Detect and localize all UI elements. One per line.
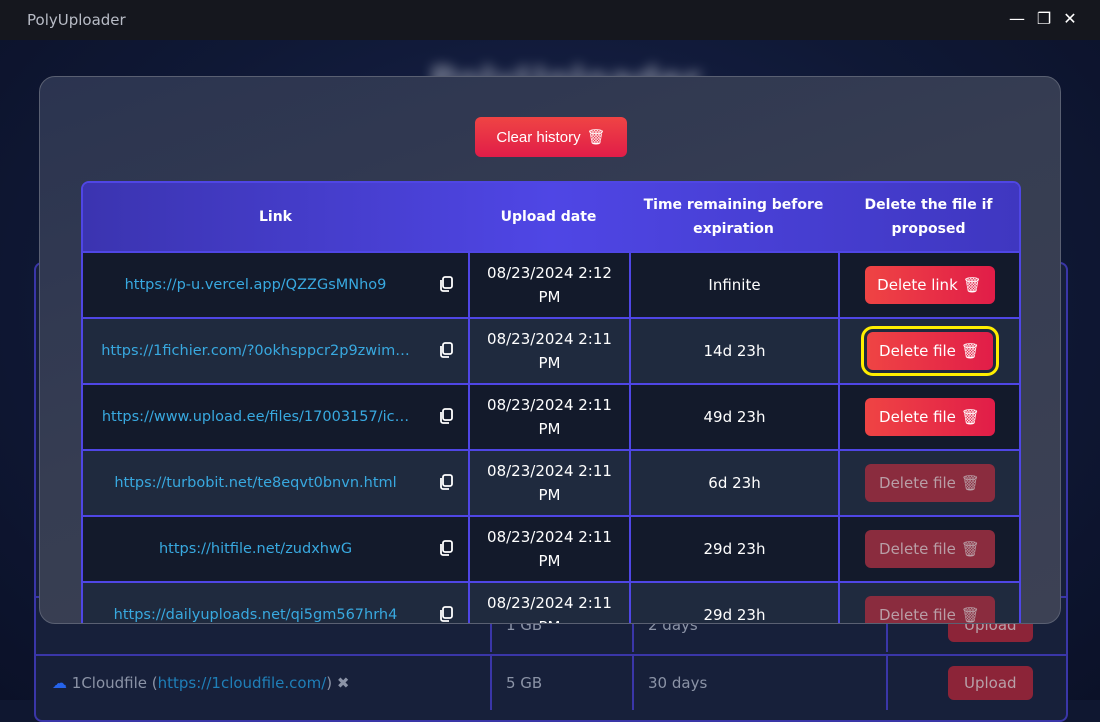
header-delete: Delete the file if proposed — [864, 197, 993, 237]
app-title: PolyUploader — [27, 11, 126, 29]
action-cell: Delete link 🗑 — [838, 253, 1019, 317]
uploaded-link[interactable]: https://1fichier.com/?0okhsppcr2p9zwim… — [101, 339, 410, 363]
action-cell: Delete file 🗑 — [838, 583, 1019, 624]
delete-button[interactable]: Delete file 🗑 — [864, 530, 995, 568]
history-table: Link Upload date Time remaining before e… — [81, 181, 1021, 624]
delete-label: Delete file — [879, 408, 956, 426]
time-remaining: Infinite — [629, 253, 838, 317]
upload-button[interactable]: Upload — [948, 666, 1033, 700]
time-remaining: 29d 23h — [629, 583, 838, 623]
upload-date: 08/23/2024 2:11 PM — [487, 528, 612, 570]
history-modal: Clear history 🗑 Link Upload date Time rem… — [39, 76, 1061, 624]
background-row: ☁ 1Cloudfile (https://1cloudfile.com/) ✖… — [36, 654, 1066, 710]
time-remaining: 29d 23h — [629, 517, 838, 581]
link-cell: https://1fichier.com/?0okhsppcr2p9zwim… — [83, 319, 468, 383]
header-link: Link — [259, 209, 292, 225]
table-row: https://1fichier.com/?0okhsppcr2p9zwim… … — [83, 317, 1019, 383]
uploaded-link[interactable]: https://p-u.vercel.app/QZZGsMNho9 — [125, 273, 387, 297]
action-cell: Delete file 🗑 — [838, 385, 1019, 449]
header-time-remaining: Time remaining before expiration — [643, 197, 824, 237]
trash-icon: 🗑 — [962, 276, 982, 294]
upload-date-cell: 08/23/2024 2:11 PM — [468, 517, 629, 581]
table-row: https://dailyuploads.net/qi5gm567hrh4 08… — [83, 581, 1019, 624]
time-remaining: 49d 23h — [629, 385, 838, 449]
upload-date-cell: 08/23/2024 2:11 PM — [468, 385, 629, 449]
trash-icon: 🗑 — [960, 540, 980, 558]
duration-cell: 30 days — [632, 656, 707, 710]
delete-label: Delete link — [877, 276, 958, 294]
trash-icon: 🗑 — [586, 129, 606, 146]
action-cell: Delete file 🗑 — [838, 517, 1019, 581]
host-link[interactable]: https://1cloudfile.com/ — [158, 674, 327, 692]
upload-date: 08/23/2024 2:12 PM — [487, 264, 612, 306]
upload-date: 08/23/2024 2:11 PM — [487, 330, 612, 372]
link-cell: https://turbobit.net/te8eqvt0bnvn.html — [83, 451, 468, 515]
upload-date: 08/23/2024 2:11 PM — [487, 462, 612, 504]
upload-date-cell: 08/23/2024 2:11 PM — [468, 451, 629, 515]
table-row: https://www.upload.ee/files/17003157/ic…… — [83, 383, 1019, 449]
action-cell: Delete file 🗑 — [838, 319, 1019, 383]
copy-icon[interactable] — [438, 275, 454, 299]
link-cell: https://hitfile.net/zudxhwG — [83, 517, 468, 581]
clear-history-button[interactable]: Clear history 🗑 — [475, 117, 627, 157]
trash-icon: 🗑 — [960, 474, 980, 492]
upload-date-cell: 08/23/2024 2:12 PM — [468, 253, 629, 317]
tools-icon: ✖ — [336, 674, 350, 692]
link-cell: https://dailyuploads.net/qi5gm567hrh4 — [83, 583, 468, 623]
upload-date: 08/23/2024 2:11 PM — [487, 396, 612, 438]
cloud-icon: ☁ — [52, 674, 67, 692]
uploaded-link[interactable]: https://www.upload.ee/files/17003157/ic… — [102, 405, 409, 429]
upload-date-cell: 08/23/2024 2:11 PM — [468, 583, 629, 623]
trash-icon: 🗑 — [960, 606, 980, 624]
table-row: https://hitfile.net/zudxhwG 08/23/2024 2… — [83, 515, 1019, 581]
link-cell: https://www.upload.ee/files/17003157/ic… — [83, 385, 468, 449]
upload-date-cell: 08/23/2024 2:11 PM — [468, 319, 629, 383]
delete-button[interactable]: Delete file 🗑 — [864, 398, 995, 436]
table-header: Link Upload date Time remaining before e… — [83, 183, 1019, 251]
action-cell: Delete file 🗑 — [838, 451, 1019, 515]
copy-icon[interactable] — [438, 341, 454, 365]
trash-icon: 🗑 — [960, 408, 980, 426]
restore-icon[interactable]: ❐ — [1033, 9, 1055, 28]
copy-icon[interactable] — [438, 407, 454, 431]
delete-label: Delete file — [879, 474, 956, 492]
delete-button[interactable]: Delete file 🗑 — [864, 464, 995, 502]
clear-history-label: Clear history — [496, 128, 581, 146]
delete-button[interactable]: Delete file 🗑 — [864, 596, 995, 624]
table-row: https://p-u.vercel.app/QZZGsMNho9 08/23/… — [83, 251, 1019, 317]
uploaded-link[interactable]: https://hitfile.net/zudxhwG — [159, 537, 352, 561]
upload-date: 08/23/2024 2:11 PM — [487, 594, 612, 623]
time-remaining: 6d 23h — [629, 451, 838, 515]
minimize-icon[interactable]: — — [1006, 9, 1028, 28]
delete-button[interactable]: Delete link 🗑 — [864, 266, 995, 304]
table-row: https://turbobit.net/te8eqvt0bnvn.html 0… — [83, 449, 1019, 515]
time-remaining: 14d 23h — [629, 319, 838, 383]
size-cell: 5 GB — [490, 656, 542, 710]
uploaded-link[interactable]: https://turbobit.net/te8eqvt0bnvn.html — [114, 471, 396, 495]
trash-icon: 🗑 — [960, 342, 980, 360]
header-upload-date: Upload date — [500, 209, 597, 225]
delete-button[interactable]: Delete file 🗑 — [860, 326, 999, 376]
delete-label: Delete file — [879, 342, 956, 360]
copy-icon[interactable] — [438, 605, 454, 623]
copy-icon[interactable] — [438, 539, 454, 563]
title-bar: PolyUploader — ❐ ✕ — [0, 0, 1100, 40]
close-icon[interactable]: ✕ — [1059, 9, 1081, 28]
uploaded-link[interactable]: https://dailyuploads.net/qi5gm567hrh4 — [114, 603, 398, 623]
delete-label: Delete file — [879, 606, 956, 624]
host-name: 1Cloudfile — [71, 674, 148, 692]
delete-label: Delete file — [879, 540, 956, 558]
link-cell: https://p-u.vercel.app/QZZGsMNho9 — [83, 253, 468, 317]
copy-icon[interactable] — [438, 473, 454, 497]
